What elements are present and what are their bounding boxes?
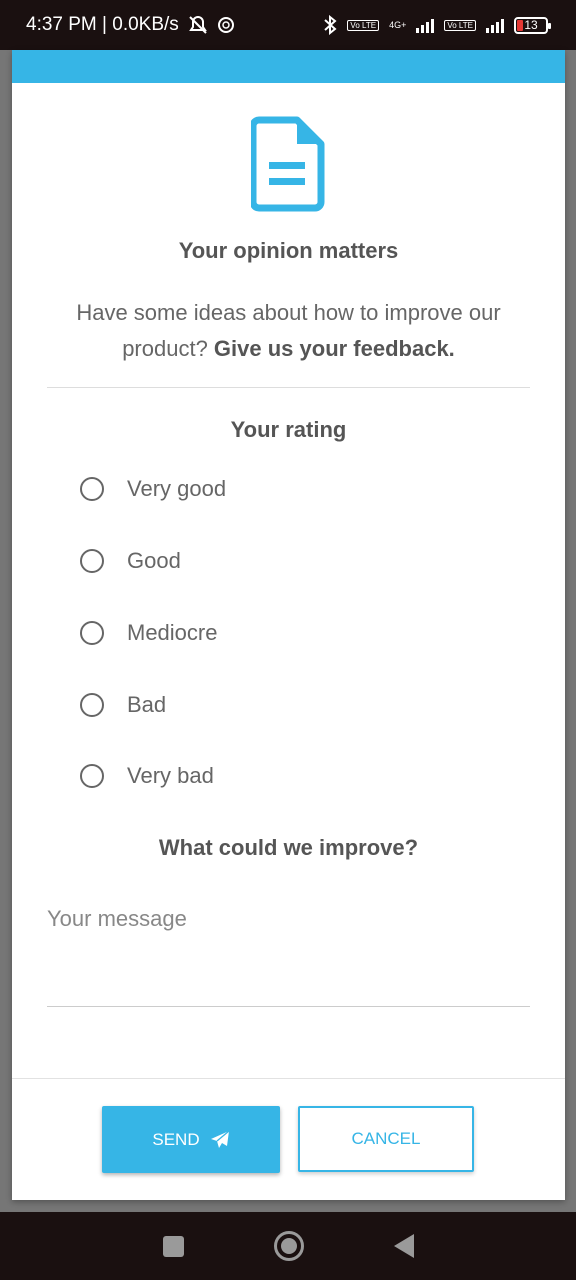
improve-title: What could we improve?: [158, 835, 419, 860]
rating-option-label: Bad: [127, 692, 167, 717]
feedback-dialog: Your opinion matters Have some ideas abo…: [12, 50, 565, 1200]
battery-level: 13: [524, 18, 538, 32]
document-icon: [251, 116, 325, 212]
radio-button[interactable]: [80, 477, 104, 501]
cancel-button[interactable]: CANCEL: [298, 1106, 474, 1172]
status-left: 4:37 PM | 0.0KB/s: [26, 14, 235, 36]
rating-option-mediocre[interactable]: Mediocre: [80, 613, 217, 653]
navigation-bar: [0, 1212, 576, 1280]
battery-icon: 13: [514, 16, 551, 34]
send-label: SEND: [152, 1129, 200, 1149]
rating-option-label: Mediocre: [127, 620, 218, 645]
status-right: Vo LTE 4G+ Vo LTE 13: [323, 15, 551, 35]
rating-option-label: Very bad: [127, 763, 214, 788]
rating-option-good[interactable]: Good: [80, 541, 181, 581]
home-icon[interactable]: [273, 1231, 304, 1261]
radio-button[interactable]: [80, 693, 104, 717]
rating-title: Your rating: [230, 417, 347, 442]
subtitle-bold: Give us your feedback.: [213, 336, 455, 361]
dialog-subtitle: Have some ideas about how to improve our…: [52, 295, 525, 367]
paper-plane-icon: [210, 1130, 230, 1148]
dialog-header-bar: [12, 50, 565, 83]
volte-badge: Vo LTE: [347, 19, 380, 31]
recents-icon[interactable]: [162, 1235, 184, 1257]
footer-divider: [12, 1078, 565, 1079]
status-bar: 4:37 PM | 0.0KB/s Vo LTE 4G+ Vo LTE 13: [0, 0, 576, 50]
signal-icon: [416, 17, 435, 33]
rating-option-very-good[interactable]: Very good: [80, 469, 226, 509]
rating-option-label: Very good: [127, 476, 227, 501]
rating-option-label: Good: [127, 548, 181, 573]
vpn-icon: [217, 17, 234, 33]
divider: [47, 387, 530, 388]
status-time-speed: 4:37 PM | 0.0KB/s: [26, 14, 179, 35]
send-button[interactable]: SEND: [102, 1106, 280, 1173]
back-icon[interactable]: [393, 1234, 414, 1258]
network-label: 4G+: [389, 19, 407, 30]
mute-icon: [188, 15, 207, 34]
message-field[interactable]: [47, 900, 530, 1007]
bluetooth-icon: [324, 15, 337, 35]
rating-option-bad[interactable]: Bad: [80, 685, 166, 725]
signal-icon-2: [486, 17, 504, 33]
radio-button[interactable]: [80, 621, 104, 645]
rating-option-very-bad[interactable]: Very bad: [80, 756, 214, 796]
radio-button[interactable]: [80, 549, 104, 573]
radio-button[interactable]: [80, 764, 104, 788]
dialog-title: Your opinion matters: [178, 238, 399, 263]
volte-badge-2: Vo LTE: [444, 19, 476, 31]
